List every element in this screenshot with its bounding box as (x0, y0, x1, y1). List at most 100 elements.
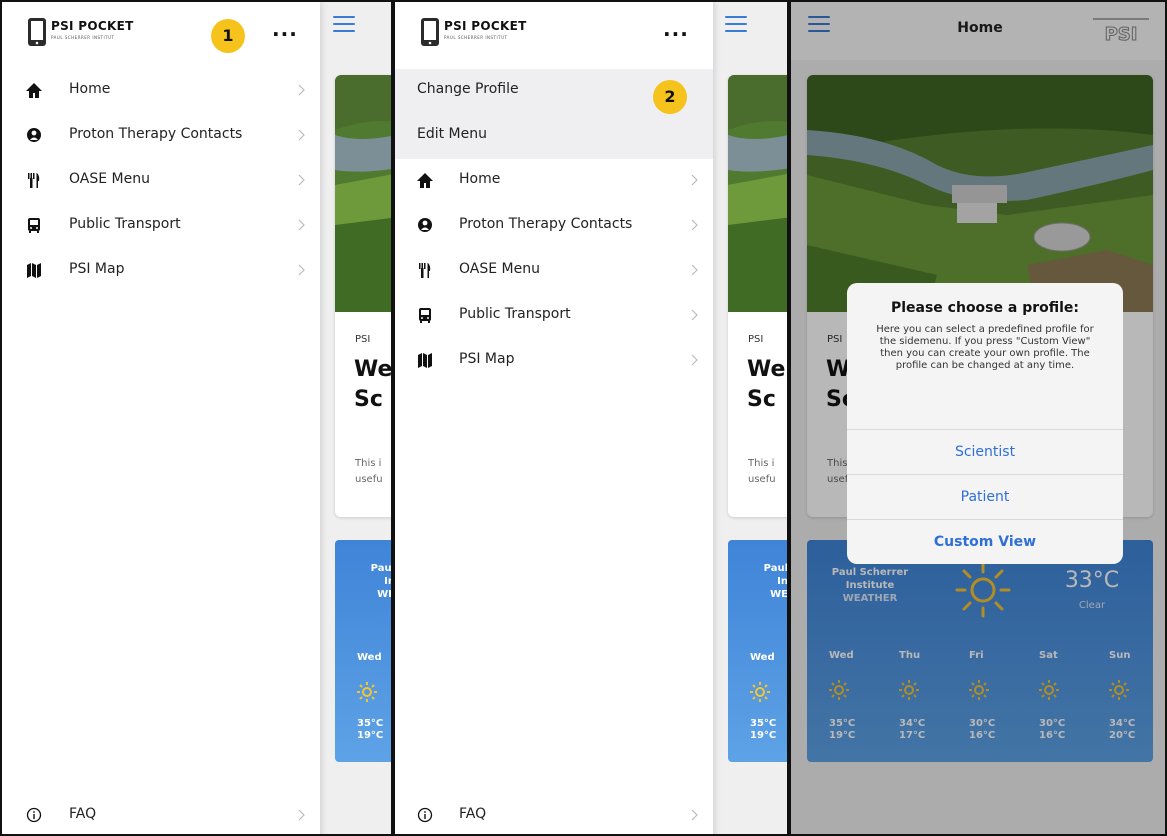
sidebar-item-faq[interactable]: FAQ (395, 793, 713, 834)
home-screen-behind: PSI We Sc This i usefu Paul In WE Wed 35… (713, 2, 788, 834)
card-text: This i usefu (355, 458, 383, 485)
cutlery-icon (419, 263, 431, 278)
dialog-title: Please choose a profile: (890, 300, 1080, 316)
chevron-right-icon (691, 809, 698, 821)
card-title: We Sc (747, 357, 786, 412)
hero-image (335, 75, 391, 312)
dialog-message: Here you can select a predefined profile… (876, 324, 1094, 371)
sidebar-item-home[interactable]: Home (395, 158, 713, 203)
weather-high: 35°C (750, 718, 777, 729)
chevron-right-icon (691, 264, 698, 276)
sidebar-item-public-transport[interactable]: Public Transport (395, 293, 713, 338)
home-icon (26, 83, 42, 98)
sun-icon (750, 682, 770, 702)
sidebar-item-proton-therapy[interactable]: Proton Therapy Contacts (2, 113, 320, 158)
weather-city: Paul In WE (370, 563, 393, 600)
sidebar-item-label: Home (459, 171, 501, 187)
weather-widget[interactable]: Paul In WE Wed 35°C 19°C (335, 540, 393, 762)
hamburger-menu-icon[interactable] (333, 16, 355, 32)
sidebar-item-label: Public Transport (459, 306, 571, 322)
weather-day: Wed (357, 652, 382, 663)
tutorial-strip: PSI We Sc This i usefu Paul In WE Wed 35… (0, 0, 1167, 836)
sidebar-item-label: OASE Menu (69, 171, 150, 187)
bus-icon (28, 218, 40, 233)
sun-icon (357, 682, 377, 702)
phone-logo-icon (421, 18, 439, 46)
sidebar-item-label: Home (69, 81, 111, 97)
hero-image (728, 75, 787, 312)
panel-step-3: Home PSI PSI We Sc This usefu Paul Scher… (789, 0, 1167, 836)
step-badge-2: 2 (653, 80, 687, 114)
panel-step-1: PSI We Sc This i usefu Paul In WE Wed 35… (0, 0, 393, 836)
card-tag: PSI (748, 334, 764, 345)
weather-city: Paul In WE (763, 563, 788, 600)
card-text: This i usefu (748, 458, 776, 485)
chevron-right-icon (298, 219, 305, 231)
scientist-button[interactable]: Scientist (847, 429, 1123, 474)
weather-day: Wed (750, 652, 775, 663)
brand-title: PSI POCKET (51, 19, 134, 33)
weather-high: 35°C (357, 718, 384, 729)
sidebar-item-home[interactable]: Home (2, 68, 320, 113)
map-icon (418, 353, 432, 368)
brand-subtitle: PAUL SCHERRER INSTITUT (51, 35, 115, 40)
sidebar-item-label: PSI Map (69, 261, 125, 277)
welcome-card[interactable]: PSI We Sc This i usefu (335, 75, 393, 517)
more-options-icon[interactable]: ... (272, 19, 298, 39)
edit-menu-label: Edit Menu (417, 126, 487, 142)
sidebar-item-psi-map[interactable]: PSI Map (2, 248, 320, 293)
chevron-right-icon (298, 84, 305, 96)
more-options-icon[interactable]: ... (663, 19, 689, 39)
hamburger-menu-icon[interactable] (725, 16, 747, 32)
home-screen-behind: PSI We Sc This i usefu Paul In WE Wed 35… (320, 2, 393, 834)
sidebar-item-label: PSI Map (459, 351, 515, 367)
welcome-card[interactable]: PSI We Sc This i usefu (728, 75, 787, 517)
psi-pocket-logo: PSI POCKET PAUL SCHERRER INSTITUT (26, 14, 134, 50)
sidebar-item-public-transport[interactable]: Public Transport (2, 203, 320, 248)
choose-profile-dialog: Please choose a profile: Here you can se… (847, 283, 1123, 564)
brand-subtitle: PAUL SCHERRER INSTITUT (444, 35, 508, 40)
contact-icon (418, 218, 432, 232)
home-icon (417, 173, 433, 188)
psi-pocket-logo: PSI POCKET PAUL SCHERRER INSTITUT (419, 14, 527, 50)
chevron-right-icon (691, 174, 698, 186)
edit-menu-item[interactable]: Edit Menu (395, 114, 713, 159)
weather-widget[interactable]: Paul In WE Wed 35°C 19°C (728, 540, 788, 762)
side-menu: PSI POCKET PAUL SCHERRER INSTITUT ... Cha… (395, 2, 713, 834)
chevron-right-icon (298, 809, 305, 821)
card-tag: PSI (355, 334, 371, 345)
chevron-right-icon (691, 309, 698, 321)
weather-low: 19°C (750, 730, 777, 741)
chevron-right-icon (691, 354, 698, 366)
cutlery-icon (28, 173, 40, 188)
info-icon (26, 807, 42, 823)
sidebar-item-oase-menu[interactable]: OASE Menu (395, 248, 713, 293)
side-menu: PSI POCKET PAUL SCHERRER INSTITUT 1 ... H… (2, 2, 320, 834)
change-profile-label: Change Profile (417, 81, 519, 97)
phone-logo-icon (28, 18, 46, 46)
chevron-right-icon (691, 219, 698, 231)
sidebar-item-psi-map[interactable]: PSI Map (395, 338, 713, 383)
sidebar-item-label: FAQ (69, 806, 97, 822)
chevron-right-icon (298, 174, 305, 186)
brand-title: PSI POCKET (444, 19, 527, 33)
sidebar-item-faq[interactable]: FAQ (2, 793, 320, 834)
sidebar-item-label: Proton Therapy Contacts (459, 216, 633, 232)
patient-button[interactable]: Patient (847, 474, 1123, 519)
chevron-right-icon (298, 264, 305, 276)
sidebar-item-label: OASE Menu (459, 261, 540, 277)
sidebar-item-oase-menu[interactable]: OASE Menu (2, 158, 320, 203)
chevron-right-icon (298, 129, 305, 141)
custom-view-button[interactable]: Custom View (847, 519, 1123, 564)
step-badge-1: 1 (211, 19, 245, 53)
bus-icon (419, 308, 431, 323)
contact-icon (27, 128, 41, 142)
sidebar-item-label: Proton Therapy Contacts (69, 126, 243, 142)
card-title: We Sc (354, 357, 393, 412)
info-icon (417, 807, 433, 823)
panel-step-2: PSI We Sc This i usefu Paul In WE Wed 35… (393, 0, 789, 836)
sidebar-item-label: Public Transport (69, 216, 181, 232)
weather-low: 19°C (357, 730, 384, 741)
map-icon (27, 263, 41, 278)
sidebar-item-proton-therapy[interactable]: Proton Therapy Contacts (395, 203, 713, 248)
